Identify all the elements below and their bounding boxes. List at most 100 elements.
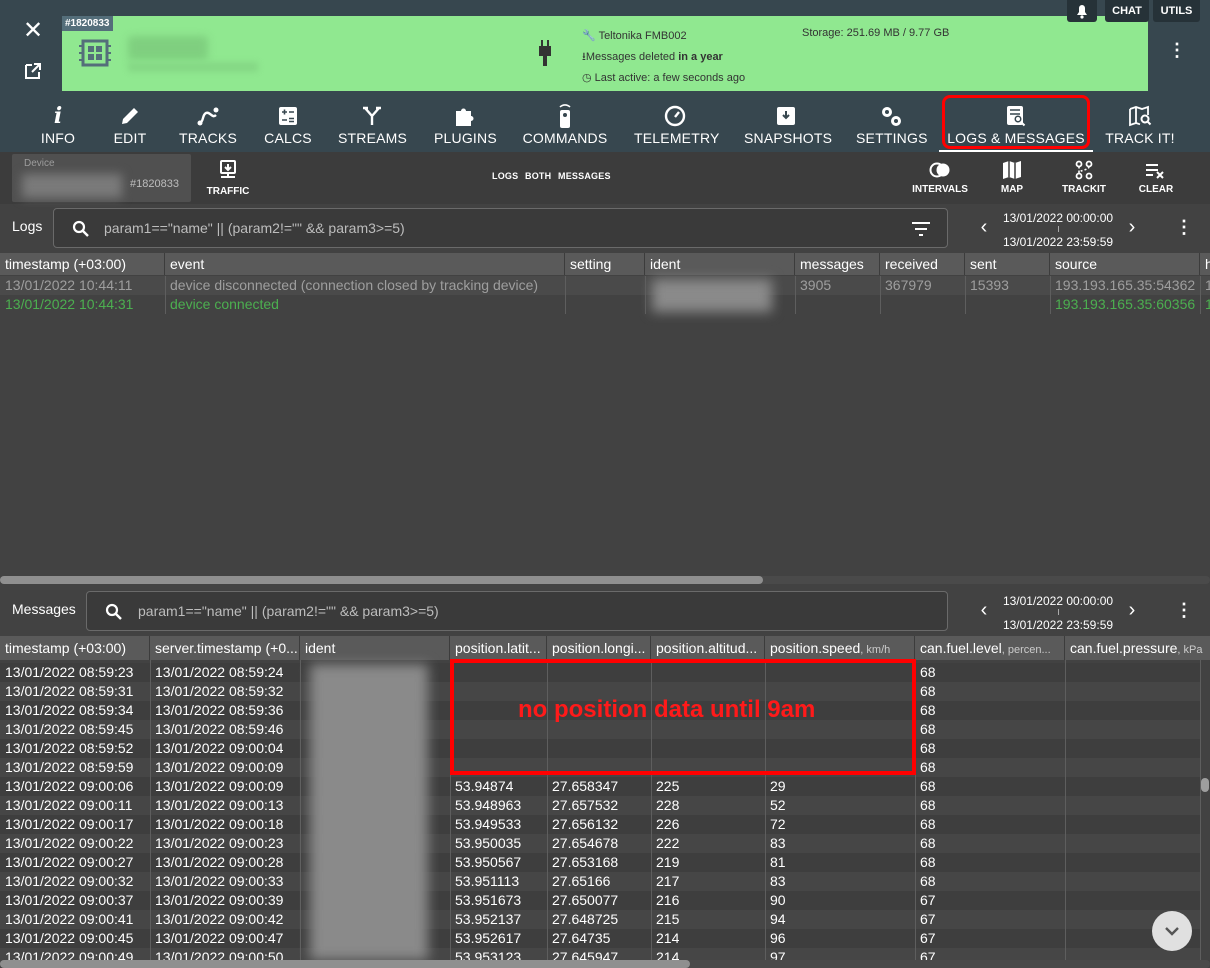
message-cell-speed: 94 (770, 911, 786, 927)
chat-button[interactable]: CHAT (1105, 0, 1149, 22)
tab-snapshots[interactable]: SNAPSHOTS (744, 96, 832, 152)
message-cell-altitude: 225 (656, 778, 680, 794)
tab-track-it[interactable]: TRACK IT! (1104, 96, 1176, 152)
message-row[interactable]: 13/01/2022 09:00:22 13/01/2022 09:00:23 53… (0, 834, 1200, 853)
log-cell-messages (795, 295, 880, 314)
messages-menu-icon[interactable]: ⋮ (1175, 600, 1193, 621)
tab-plugins[interactable]: PLUGINS (434, 96, 497, 152)
chevron-left-icon[interactable]: ‹ (977, 599, 991, 622)
mode-logs[interactable]: LOGS (492, 171, 518, 181)
messages-vertical-scroll-thumb[interactable] (1201, 778, 1209, 792)
log-cell-received (880, 295, 965, 314)
messages-date-range[interactable]: 13/01/2022 00:00:00 13/01/2022 23:59:59 (998, 589, 1118, 635)
chevron-right-icon[interactable]: › (1125, 599, 1139, 622)
message-row[interactable]: 13/01/2022 09:00:06 13/01/2022 09:00:09 53… (0, 777, 1200, 796)
col-timestamp[interactable]: timestamp (+03:00) (0, 636, 150, 660)
archive-icon (777, 107, 795, 125)
messages-filter-input[interactable]: param1=="name" || (param2!="" && param3>… (86, 591, 948, 631)
tab-info[interactable]: i INFO (36, 96, 80, 152)
message-cell-latitude: 53.950035 (455, 835, 522, 851)
message-row[interactable]: 13/01/2022 09:00:41 13/01/2022 09:00:42 53… (0, 910, 1200, 929)
col-fuel-pressure[interactable]: can.fuel.pressure, kPa (1065, 636, 1210, 660)
mode-both[interactable]: BOTH (525, 171, 551, 181)
message-cell-fuel-level: 67 (920, 892, 936, 908)
col-altitude[interactable]: position.altitud... (651, 636, 765, 660)
logs-scroll-thumb[interactable] (0, 576, 763, 584)
tab-label: STREAMS (338, 130, 408, 146)
col-ident[interactable]: ident (645, 253, 795, 275)
logs-date-range[interactable]: 13/01/2022 00:00:00 13/01/2022 23:59:59 (998, 206, 1118, 252)
message-cell-fuel-level: 68 (920, 721, 936, 737)
chevron-left-icon[interactable]: ‹ (977, 216, 991, 239)
trackit-button[interactable]: TRACKIT (1060, 160, 1108, 195)
message-column-divider (300, 660, 301, 960)
merge-icon (363, 106, 381, 125)
messages-scroll-thumb[interactable] (0, 960, 690, 968)
tab-streams[interactable]: STREAMS (338, 96, 408, 152)
tab-commands[interactable]: COMMANDS (522, 96, 608, 152)
view-mode-switch: LOGS BOTH MESSAGES (492, 171, 615, 181)
storage-info: Storage: 251.69 MB / 9.77 GB (802, 27, 950, 39)
message-row[interactable]: 13/01/2022 09:00:11 13/01/2022 09:00:13 53… (0, 796, 1200, 815)
logs-horizontal-scrollbar[interactable] (0, 576, 1210, 584)
message-cell-longitude: 27.650077 (552, 892, 619, 908)
map-button[interactable]: MAP (994, 160, 1030, 195)
map-icon (1003, 161, 1021, 179)
clear-button[interactable]: CLEAR (1136, 160, 1176, 195)
scroll-down-button[interactable] (1152, 911, 1192, 951)
tab-calcs[interactable]: CALCS (262, 96, 314, 152)
messages-horizontal-scrollbar[interactable] (0, 960, 1210, 968)
message-cell-timestamp: 13/01/2022 08:59:45 (5, 721, 134, 737)
notifications-button[interactable] (1067, 0, 1097, 22)
open-external-icon[interactable] (24, 62, 42, 80)
tab-settings[interactable]: SETTINGS (856, 96, 927, 152)
intervals-icon (929, 162, 950, 178)
col-sent[interactable]: sent (965, 253, 1050, 275)
traffic-button[interactable]: TRAFFIC (204, 160, 252, 197)
logs-filter-input[interactable]: param1=="name" || (param2!="" && param3>… (53, 208, 948, 248)
tab-telemetry[interactable]: TELEMETRY (634, 96, 719, 152)
tab-edit[interactable]: EDIT (110, 96, 150, 152)
col-fuel-level[interactable]: can.fuel.level, percen... (915, 636, 1065, 660)
tab-tracks[interactable]: TRACKS (176, 96, 240, 152)
col-ident[interactable]: ident (300, 636, 450, 660)
log-row[interactable]: 13/01/2022 10:44:31 device connected 193.1… (0, 295, 1210, 314)
message-row[interactable]: 13/01/2022 09:00:37 13/01/2022 09:00:39 53… (0, 891, 1200, 910)
log-cell-timestamp: 13/01/2022 10:44:11 (5, 277, 133, 293)
mode-messages[interactable]: MESSAGES (558, 171, 611, 181)
message-cell-timestamp: 13/01/2022 09:00:06 (5, 778, 134, 794)
message-row[interactable]: 13/01/2022 09:00:32 13/01/2022 09:00:33 53… (0, 872, 1200, 891)
log-row[interactable]: 13/01/2022 10:44:11 device disconnected (… (0, 276, 1210, 295)
message-cell-speed: 81 (770, 854, 786, 870)
messages-filter-row: Messages param1=="name" || (param2!="" &… (0, 587, 1210, 635)
message-cell-speed: 90 (770, 892, 786, 908)
device-menu-icon[interactable]: ⋮ (1168, 40, 1186, 60)
close-icon[interactable]: ✕ (22, 19, 44, 43)
logs-label: Logs (12, 218, 43, 234)
col-timestamp[interactable]: timestamp (+03:00) (0, 253, 165, 275)
col-messages[interactable]: messages (795, 253, 880, 275)
intervals-button[interactable]: INTERVALS (908, 160, 972, 195)
message-cell-timestamp: 13/01/2022 09:00:45 (5, 930, 134, 946)
message-row[interactable]: 13/01/2022 09:00:45 13/01/2022 09:00:47 53… (0, 929, 1200, 948)
logs-menu-icon[interactable]: ⋮ (1175, 217, 1193, 238)
col-speed[interactable]: position.speed, km/h (765, 636, 915, 660)
col-setting[interactable]: setting (565, 253, 645, 275)
col-received[interactable]: received (880, 253, 965, 275)
log-column-divider (645, 276, 646, 314)
col-server-timestamp[interactable]: server.timestamp (+0... (150, 636, 300, 660)
col-latitude[interactable]: position.latit... (450, 636, 547, 660)
message-cell-fuel-pressure (1065, 872, 1200, 891)
message-row[interactable]: 13/01/2022 09:00:27 13/01/2022 09:00:28 53… (0, 853, 1200, 872)
chevron-right-icon[interactable]: › (1125, 216, 1139, 239)
message-cell-speed: 83 (770, 835, 786, 851)
device-selector[interactable]: Device #1820833 (12, 154, 191, 202)
message-cell-fuel-pressure (1065, 815, 1200, 834)
col-event[interactable]: event (165, 253, 565, 275)
col-longitude[interactable]: position.longi... (547, 636, 651, 660)
utils-button[interactable]: UTILS (1153, 0, 1200, 22)
filter-icon[interactable] (911, 221, 931, 237)
message-row[interactable]: 13/01/2022 09:00:17 13/01/2022 09:00:18 53… (0, 815, 1200, 834)
col-h[interactable]: h (1200, 253, 1210, 275)
col-source[interactable]: source (1050, 253, 1200, 275)
